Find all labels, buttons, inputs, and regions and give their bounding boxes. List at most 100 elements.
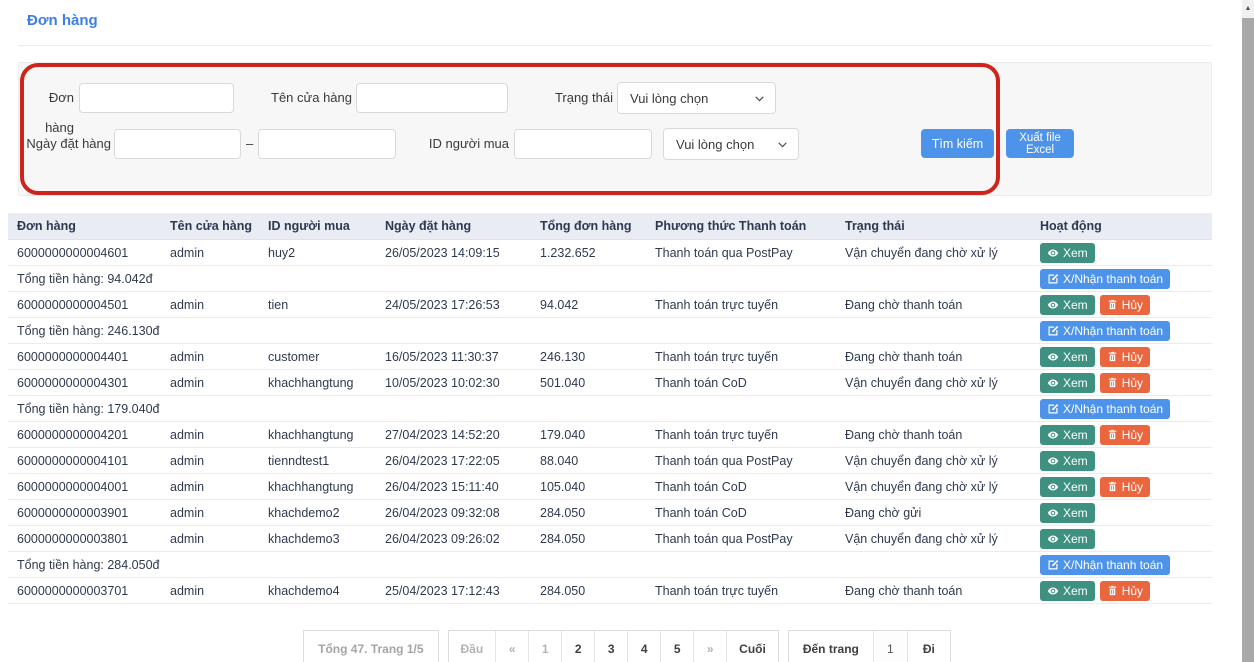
cell-buyer-id: huy2 xyxy=(259,246,376,260)
view-button-label: Xem xyxy=(1063,532,1088,546)
view-button[interactable]: Xem xyxy=(1040,503,1095,523)
receive-payment-button-label: X/Nhận thanh toán xyxy=(1063,402,1163,416)
cell-buyer-id: khachdemo2 xyxy=(259,506,376,520)
status-select[interactable]: Vui lòng chọn xyxy=(617,82,776,114)
view-button[interactable]: Xem xyxy=(1040,529,1095,549)
cell-order-total: 246.130 xyxy=(531,350,646,364)
cancel-button[interactable]: Hủy xyxy=(1100,295,1150,315)
summary-row: Tổng tiền hàng: 246.130đX/Nhận thanh toá… xyxy=(8,318,1212,344)
receive-payment-button-label: X/Nhận thanh toán xyxy=(1063,324,1163,338)
receive-payment-button[interactable]: X/Nhận thanh toán xyxy=(1040,321,1170,341)
cell-order-date: 26/04/2023 09:26:02 xyxy=(376,532,531,546)
view-button[interactable]: Xem xyxy=(1040,243,1095,263)
summary-row: Tổng tiền hàng: 179.040đ X/Nhận thanh toá… xyxy=(8,396,1212,422)
view-button[interactable]: Xem xyxy=(1040,373,1095,393)
cell-order-id: 6000000000004201 xyxy=(8,428,161,442)
cell-order-date: 26/04/2023 09:32:08 xyxy=(376,506,531,520)
page-button-group: Đầu«12345»Cuối xyxy=(448,630,779,662)
view-button[interactable]: Xem xyxy=(1040,477,1095,497)
page-5-button[interactable]: 5 xyxy=(661,631,694,662)
cell-status: Vận chuyển đang chờ xử lý xyxy=(836,246,1031,260)
summary-total-label: Tổng tiền hàng: 284.050đ xyxy=(8,558,1031,572)
cell-status: Vận chuyển đang chờ xử lý xyxy=(836,532,1031,546)
edit-icon xyxy=(1047,403,1059,415)
receive-payment-button[interactable]: X/Nhận thanh toán xyxy=(1040,555,1170,575)
page-2-button[interactable]: 2 xyxy=(562,631,595,662)
eye-icon xyxy=(1047,585,1059,597)
cell-order-id: 6000000000003801 xyxy=(8,532,161,546)
cancel-button-label: Hủy xyxy=(1122,480,1143,494)
cell-order-total: 88.040 xyxy=(531,454,646,468)
cell-status: Đang chờ thanh toán xyxy=(836,428,1031,442)
view-button[interactable]: Xem xyxy=(1040,581,1095,601)
cell-order-id: 6000000000004001 xyxy=(8,480,161,494)
receive-payment-button[interactable]: X/Nhận thanh toán xyxy=(1040,399,1170,419)
cell-order-total: 284.050 xyxy=(531,584,646,598)
cancel-button-label: Hủy xyxy=(1122,298,1143,312)
order-date-label: Ngày đặt hàng xyxy=(19,129,111,159)
cell-order-total: 1.232.652 xyxy=(531,246,646,260)
cell-status: Đang chờ thanh toán xyxy=(836,298,1031,312)
table-row: 6000000000003901adminkhachdemo226/04/202… xyxy=(8,500,1212,526)
cancel-button[interactable]: Hủy xyxy=(1100,581,1150,601)
scrollbar[interactable]: ▲ xyxy=(1242,0,1254,662)
cell-payment-method: Thanh toán CoD xyxy=(646,506,836,520)
cell-order-date: 25/04/2023 17:12:43 xyxy=(376,584,531,598)
eye-icon xyxy=(1047,429,1059,441)
cancel-button[interactable]: Hủy xyxy=(1100,425,1150,445)
page-3-button[interactable]: 3 xyxy=(595,631,628,662)
cell-store-name: admin xyxy=(161,246,259,260)
cell-actions: X/Nhận thanh toán xyxy=(1031,321,1212,341)
summary-row: Tổng tiền hàng: 284.050đ X/Nhận thanh toá… xyxy=(8,552,1212,578)
export-excel-button[interactable]: Xuất file Excel xyxy=(1006,129,1074,158)
goto-page-input[interactable] xyxy=(873,631,908,662)
cell-payment-method: Thanh toán trực tuyến xyxy=(646,428,836,442)
cancel-button[interactable]: Hủy xyxy=(1100,373,1150,393)
buyer-id-input[interactable] xyxy=(514,129,652,159)
cell-payment-method: Thanh toán qua PostPay xyxy=(646,454,836,468)
view-button[interactable]: Xem xyxy=(1040,347,1095,367)
cell-actions: Xem xyxy=(1031,529,1212,549)
date-from-input[interactable] xyxy=(114,129,241,159)
cell-store-name: admin xyxy=(161,376,259,390)
go-button[interactable]: Đi xyxy=(908,631,950,662)
cell-order-id: 6000000000004301 xyxy=(8,376,161,390)
table-row: 6000000000003701adminkhachdemo425/04/202… xyxy=(8,578,1212,604)
table-row: 6000000000004001adminkhachhangtung26/04/… xyxy=(8,474,1212,500)
view-button[interactable]: Xem xyxy=(1040,295,1095,315)
page-next-button[interactable]: » xyxy=(694,631,727,662)
title-divider xyxy=(18,45,1212,46)
table-header-row: Đơn hàngTên cửa hàngID người muaNgày đặt… xyxy=(8,213,1212,240)
eye-icon xyxy=(1047,507,1059,519)
view-button-label: Xem xyxy=(1063,350,1088,364)
view-button[interactable]: Xem xyxy=(1040,425,1095,445)
cell-actions: X/Nhận thanh toán xyxy=(1031,399,1212,419)
cell-store-name: admin xyxy=(161,480,259,494)
order-code-input[interactable] xyxy=(79,83,234,113)
receive-payment-button[interactable]: X/Nhận thanh toán xyxy=(1040,269,1170,289)
cancel-button[interactable]: Hủy xyxy=(1100,477,1150,497)
scrollbar-thumb[interactable] xyxy=(1242,18,1254,662)
view-button[interactable]: Xem xyxy=(1040,451,1095,471)
status-select-value: Vui lòng chọn xyxy=(630,91,708,106)
cell-buyer-id: khachdemo4 xyxy=(259,584,376,598)
summary-total-label: Tổng tiền hàng: 179.040đ xyxy=(8,402,1031,416)
cell-order-total: 501.040 xyxy=(531,376,646,390)
page-last-button[interactable]: Cuối xyxy=(727,631,778,662)
date-range-separator: – xyxy=(246,129,253,159)
page-title: Đơn hàng xyxy=(27,12,98,29)
page-prev-button: « xyxy=(496,631,529,662)
cell-store-name: admin xyxy=(161,532,259,546)
view-button-label: Xem xyxy=(1063,584,1088,598)
scroll-up-button[interactable]: ▲ xyxy=(1242,0,1254,16)
search-button[interactable]: Tìm kiếm xyxy=(921,129,994,158)
edit-icon xyxy=(1047,325,1059,337)
cell-actions: Xem Hủy xyxy=(1031,477,1212,497)
cell-order-id: 6000000000004501 xyxy=(8,298,161,312)
secondary-select[interactable]: Vui lòng chọn xyxy=(663,128,799,160)
cancel-button[interactable]: Hủy xyxy=(1100,347,1150,367)
cell-actions: XemHủy xyxy=(1031,373,1212,393)
page-4-button[interactable]: 4 xyxy=(628,631,661,662)
cell-store-name: admin xyxy=(161,584,259,598)
cell-status: Vận chuyển đang chờ xử lý xyxy=(836,376,1031,390)
